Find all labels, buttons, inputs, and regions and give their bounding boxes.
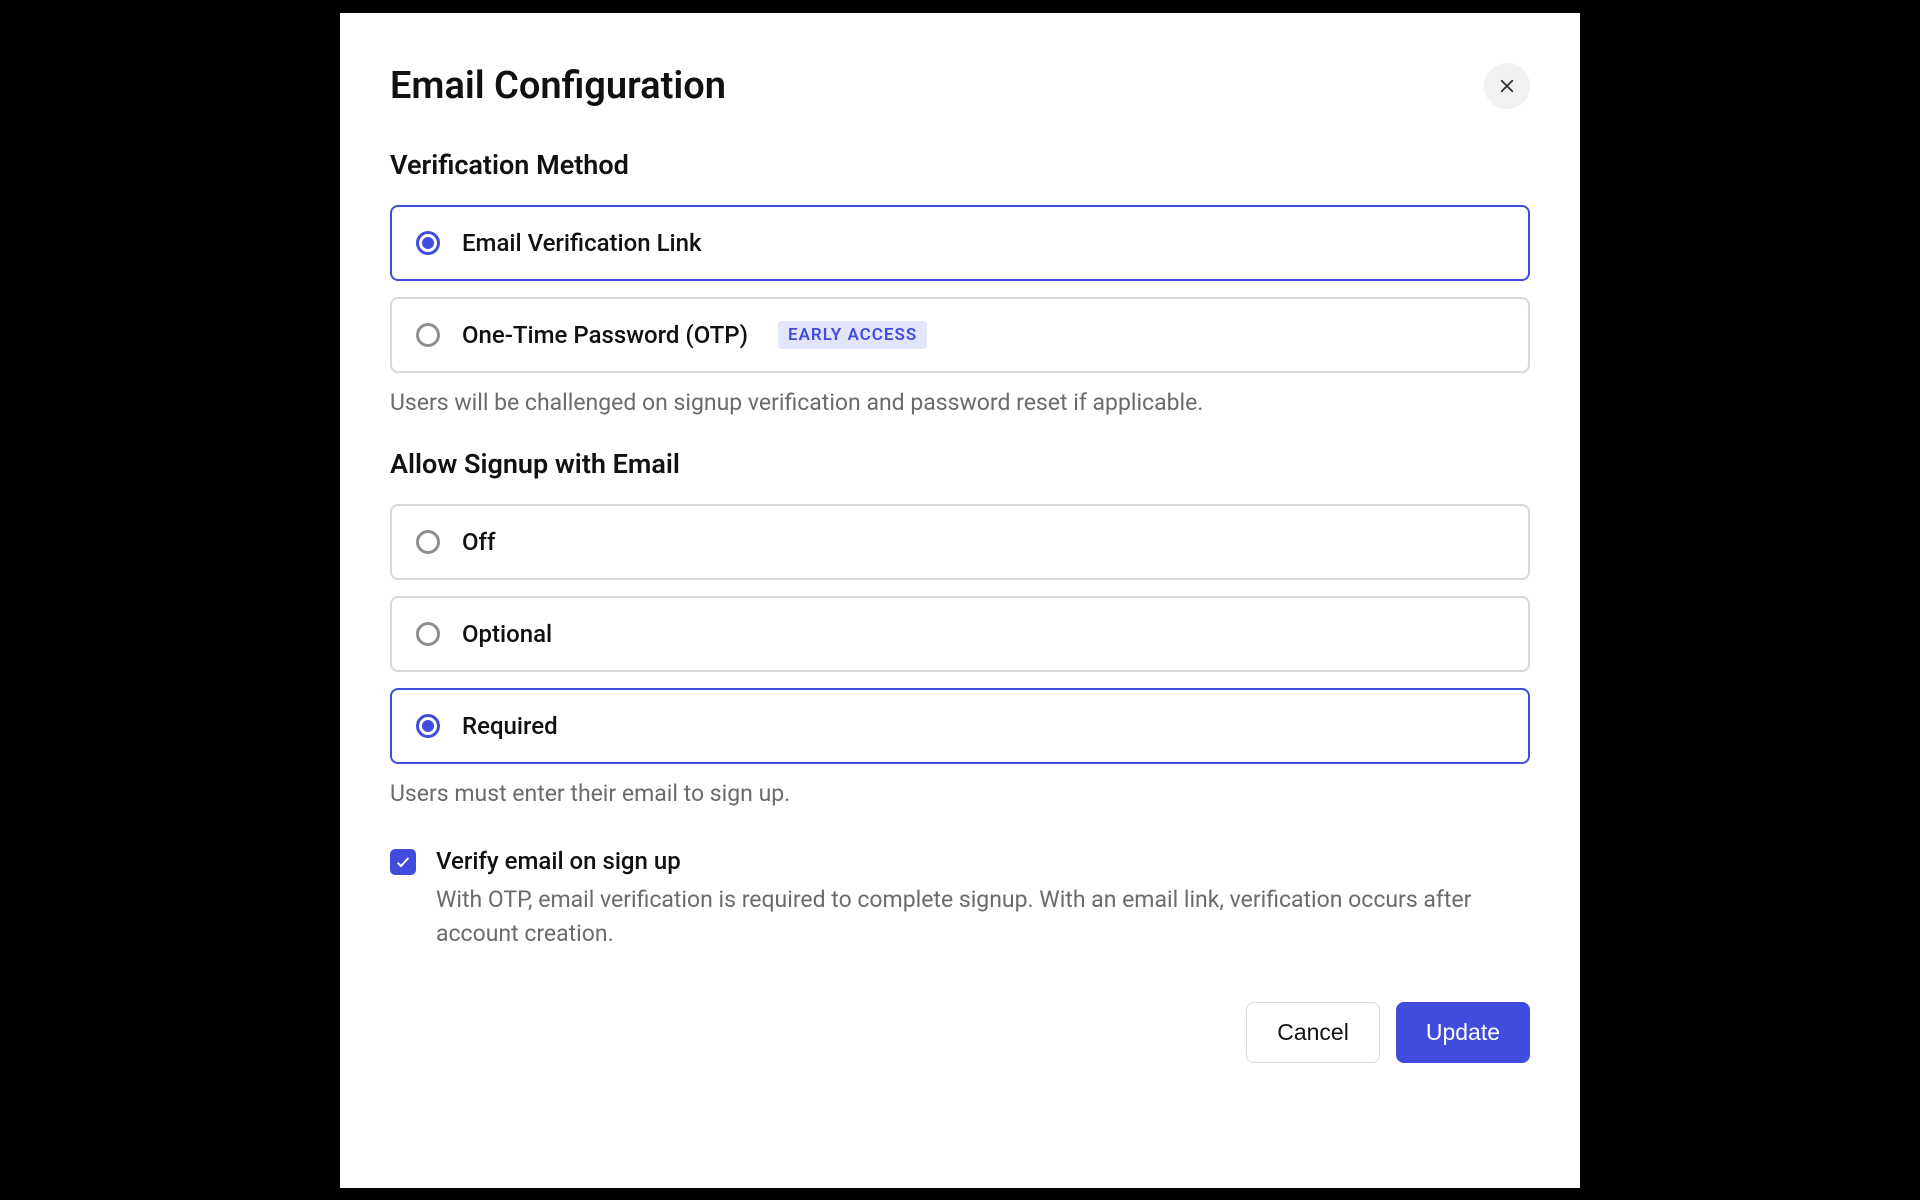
allow-signup-group: Off Optional Required [390,504,1530,764]
radio-icon [416,231,440,255]
email-configuration-dialog: Email Configuration Verification Method … [340,13,1580,1188]
dialog-footer: Cancel Update [390,1002,1530,1063]
checkbox-label: Verify email on sign up [436,847,1530,875]
checkbox-description: With OTP, email verification is required… [436,883,1530,952]
checkbox-content: Verify email on sign up With OTP, email … [436,847,1530,952]
checkbox-checked-icon [390,849,416,875]
radio-signup-off[interactable]: Off [390,504,1530,580]
verification-method-title: Verification Method [390,149,1530,181]
check-icon [395,854,411,870]
radio-label: One-Time Password (OTP) [462,321,748,349]
cancel-button[interactable]: Cancel [1246,1002,1380,1063]
radio-icon [416,530,440,554]
allow-signup-title: Allow Signup with Email [390,448,1530,480]
close-icon [1498,77,1516,95]
radio-otp[interactable]: One-Time Password (OTP) EARLY ACCESS [390,297,1530,373]
radio-icon [416,714,440,738]
early-access-badge: EARLY ACCESS [778,321,927,349]
radio-label: Off [462,528,495,556]
verify-email-checkbox-row[interactable]: Verify email on sign up With OTP, email … [390,847,1530,952]
dialog-title: Email Configuration [390,64,726,108]
radio-icon [416,622,440,646]
radio-label: Email Verification Link [462,229,702,257]
radio-icon [416,323,440,347]
radio-label: Optional [462,620,552,648]
verification-helper-text: Users will be challenged on signup verif… [390,389,1530,416]
update-button[interactable]: Update [1396,1002,1530,1063]
radio-email-link[interactable]: Email Verification Link [390,205,1530,281]
radio-signup-optional[interactable]: Optional [390,596,1530,672]
dialog-header: Email Configuration [390,63,1530,109]
close-button[interactable] [1484,63,1530,109]
radio-signup-required[interactable]: Required [390,688,1530,764]
radio-label: Required [462,712,558,740]
verification-method-group: Email Verification Link One-Time Passwor… [390,205,1530,373]
signup-helper-text: Users must enter their email to sign up. [390,780,1530,807]
